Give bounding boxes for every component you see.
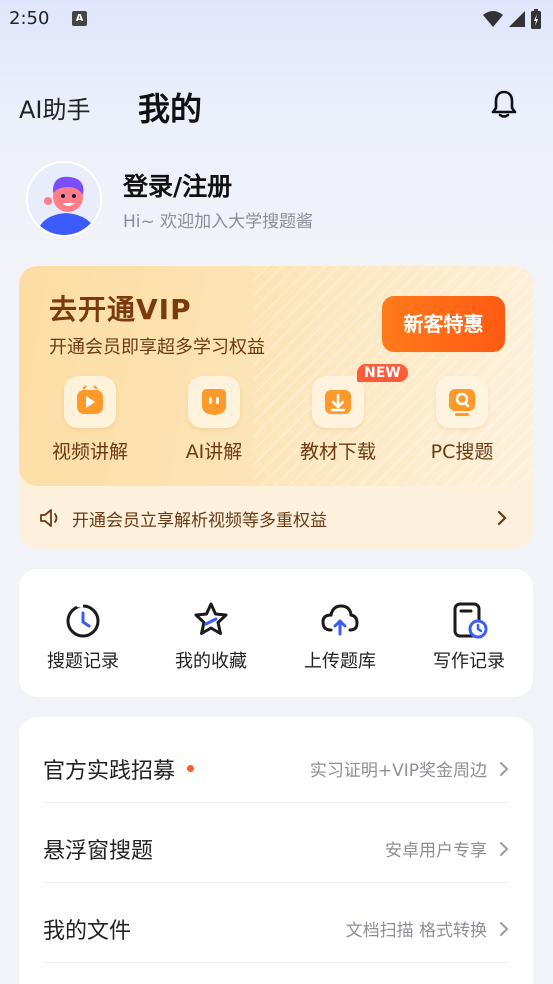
vip-card[interactable]: 去开通VIP 开通会员即享超多学习权益 新客特惠 视频讲解 AI讲解 NEW 教… <box>19 266 533 486</box>
cloud-upload-icon <box>321 604 359 636</box>
menu-label: 悬浮窗搜题 <box>43 839 154 864</box>
ai-chat-icon <box>188 376 240 428</box>
status-icons <box>483 9 541 29</box>
menu-item-floating-search[interactable]: 悬浮窗搜题 安卓用户专享 <box>43 803 509 883</box>
profile-section[interactable]: 登录/注册 Hi~ 欢迎加入大学搜题酱 <box>26 161 526 241</box>
chevron-right-icon <box>500 922 509 936</box>
avatar-illustration <box>28 163 100 235</box>
menu-item-practice-recruit[interactable]: 官方实践招募 实习证明+VIP奖金周边 <box>43 723 509 803</box>
quick-label: 写作记录 <box>433 651 505 672</box>
feature-label: PC搜题 <box>430 441 494 463</box>
menu-label: 我的文件 <box>43 919 132 944</box>
feature-label: AI讲解 <box>185 441 243 463</box>
feature-video-explain[interactable]: 视频讲解 <box>35 376 145 466</box>
menu-hint: 实习证明+VIP奖金周边 <box>309 761 487 781</box>
menu-hint: 文档扫描 格式转换 <box>345 921 487 941</box>
menu-hint: 安卓用户专享 <box>385 841 487 861</box>
vip-features: 视频讲解 AI讲解 NEW 教材下载 PC搜题 <box>19 364 533 466</box>
quick-label: 搜题记录 <box>47 651 119 672</box>
chevron-right-icon <box>500 842 509 856</box>
new-customer-offer-button[interactable]: 新客特惠 <box>382 296 505 352</box>
feature-ai-explain[interactable]: AI讲解 <box>159 376 269 466</box>
battery-icon <box>531 9 541 29</box>
menu-label: 官方实践招募 <box>43 759 176 784</box>
vip-notice-bar[interactable]: 开通会员立享解析视频等多重权益 <box>19 486 533 549</box>
signal-icon <box>509 11 525 27</box>
status-bar: 2:50 A <box>0 0 553 38</box>
quick-writing-records[interactable]: 写作记录 <box>405 569 533 697</box>
writing-record-icon <box>453 602 488 639</box>
video-play-icon <box>64 376 116 428</box>
vip-section: 去开通VIP 开通会员即享超多学习权益 新客特惠 视频讲解 AI讲解 NEW 教… <box>19 266 533 549</box>
vip-subtitle: 开通会员即享超多学习权益 <box>49 337 265 358</box>
tab-ai-assistant[interactable]: AI助手 <box>19 90 91 125</box>
header: AI助手 我的 <box>0 80 553 130</box>
red-dot-indicator <box>187 765 194 772</box>
feature-label: 视频讲解 <box>51 441 128 463</box>
tab-mine[interactable]: 我的 <box>138 84 202 130</box>
new-badge: NEW <box>357 364 408 382</box>
notification-icon: A <box>72 11 87 26</box>
quick-label: 上传题库 <box>304 651 376 672</box>
menu-list: 官方实践招募 实习证明+VIP奖金周边 悬浮窗搜题 安卓用户专享 我的文件 文档… <box>19 717 533 984</box>
star-icon <box>194 602 228 635</box>
feature-label: 教材下载 <box>299 441 376 463</box>
quick-actions-card: 搜题记录 我的收藏 上传题库 写作记录 <box>19 569 533 697</box>
avatar[interactable] <box>26 161 102 237</box>
speaker-icon <box>40 509 58 527</box>
download-icon <box>312 376 364 428</box>
quick-upload-bank[interactable]: 上传题库 <box>276 569 404 697</box>
welcome-text: Hi~ 欢迎加入大学搜题酱 <box>123 212 314 232</box>
history-icon <box>66 603 100 638</box>
menu-item-my-files[interactable]: 我的文件 文档扫描 格式转换 <box>43 883 509 963</box>
quick-favorites[interactable]: 我的收藏 <box>147 569 275 697</box>
chevron-right-icon <box>497 510 507 526</box>
feature-pc-search[interactable]: PC搜题 <box>407 376 517 466</box>
pc-search-icon <box>436 376 488 428</box>
feature-textbook-download[interactable]: NEW 教材下载 <box>283 364 408 466</box>
wifi-icon <box>483 11 503 27</box>
status-time: 2:50 <box>9 8 50 29</box>
chevron-right-icon <box>500 762 509 776</box>
login-register-link[interactable]: 登录/注册 <box>123 167 232 203</box>
quick-search-history[interactable]: 搜题记录 <box>19 569 147 697</box>
notice-text: 开通会员立享解析视频等多重权益 <box>72 511 327 531</box>
bell-icon[interactable] <box>488 88 520 120</box>
vip-title: 去开通VIP <box>49 293 192 326</box>
quick-label: 我的收藏 <box>175 651 247 672</box>
